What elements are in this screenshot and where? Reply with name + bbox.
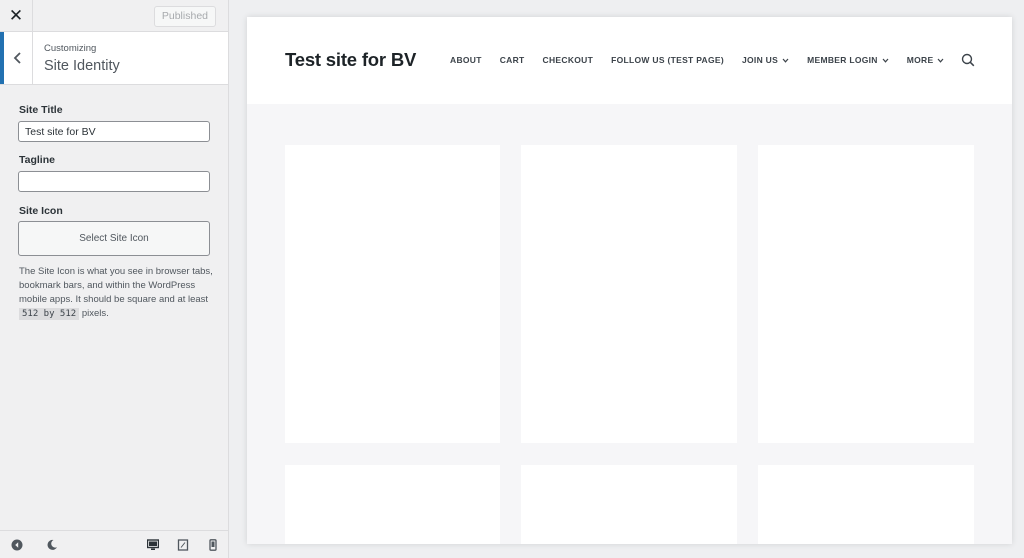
nav-item-join-us[interactable]: JOIN US [742,55,789,65]
post-card[interactable] [285,465,500,544]
site-preview: Test site for BV ABOUT CART CHECKOUT FOL… [247,17,1012,544]
nav-item-cart[interactable]: CART [500,55,525,65]
tagline-label: Tagline [19,154,55,166]
preview-mobile-button[interactable] [205,537,221,553]
close-customizer-button[interactable]: ✕ [0,0,33,32]
select-site-icon-button[interactable]: Select Site Icon [18,221,210,256]
customizer-sidebar: ✕ Published Customizing Site Identity Si… [0,0,229,558]
collapse-icon [11,539,23,551]
customizer-topbar: ✕ Published [0,0,228,32]
nav-label: CHECKOUT [542,55,594,65]
description-text-end: pixels. [81,308,109,319]
search-icon [961,53,975,67]
post-card[interactable] [758,465,974,544]
post-card[interactable] [521,465,737,544]
nav-label: CART [499,55,525,65]
chevron-down-icon [882,58,889,63]
chevron-down-icon [938,58,944,63]
primary-nav: ABOUT CART CHECKOUT FOLLOW US (TEST PAGE… [450,54,962,66]
nav-label: MEMBER LOGIN [807,55,878,65]
nav-item-follow-us[interactable]: FOLLOW US (TEST PAGE) [611,55,724,65]
customizer-footer [0,530,228,558]
site-title-input[interactable] [18,121,210,142]
description-text: The Site Icon is what you see in browser… [19,266,213,305]
nav-label: MORE [906,55,934,65]
mobile-icon [209,539,217,551]
nav-item-member-login[interactable]: MEMBER LOGIN [807,55,889,65]
search-button[interactable] [961,53,975,67]
chevron-left-icon [13,52,21,64]
site-icon-label: Site Icon [19,205,63,217]
chevron-down-icon [782,58,789,63]
nav-item-checkout[interactable]: CHECKOUT [543,55,594,65]
close-icon: ✕ [8,6,24,25]
nav-item-about[interactable]: ABOUT [450,55,482,65]
post-card[interactable] [521,145,737,443]
nav-item-more[interactable]: MORE [907,55,945,65]
back-button[interactable] [0,32,33,84]
dark-mode-button[interactable] [44,537,60,553]
post-card[interactable] [758,145,974,443]
tagline-input[interactable] [18,171,210,192]
tablet-icon [177,539,189,551]
nav-label: JOIN US [741,55,779,65]
site-icon-description: The Site Icon is what you see in browser… [19,265,214,321]
site-header: Test site for BV ABOUT CART CHECKOUT FOL… [247,17,1012,104]
desktop-icon [147,539,159,550]
description-code: 512 by 512 [19,308,80,320]
preview-desktop-button[interactable] [145,537,161,553]
dark-mode-icon [47,539,57,550]
breadcrumb: Customizing [44,43,97,54]
preview-tablet-button[interactable] [175,537,191,553]
post-card[interactable] [285,145,500,443]
section-title: Site Identity [44,58,120,74]
site-title-label: Site Title [19,104,63,116]
section-header: Customizing Site Identity [0,32,228,85]
published-button[interactable]: Published [153,6,216,27]
site-title[interactable]: Test site for BV [285,49,416,71]
nav-label: ABOUT [450,55,482,65]
nav-label: FOLLOW US (TEST PAGE) [611,55,724,65]
collapse-sidebar-button[interactable] [9,537,25,553]
